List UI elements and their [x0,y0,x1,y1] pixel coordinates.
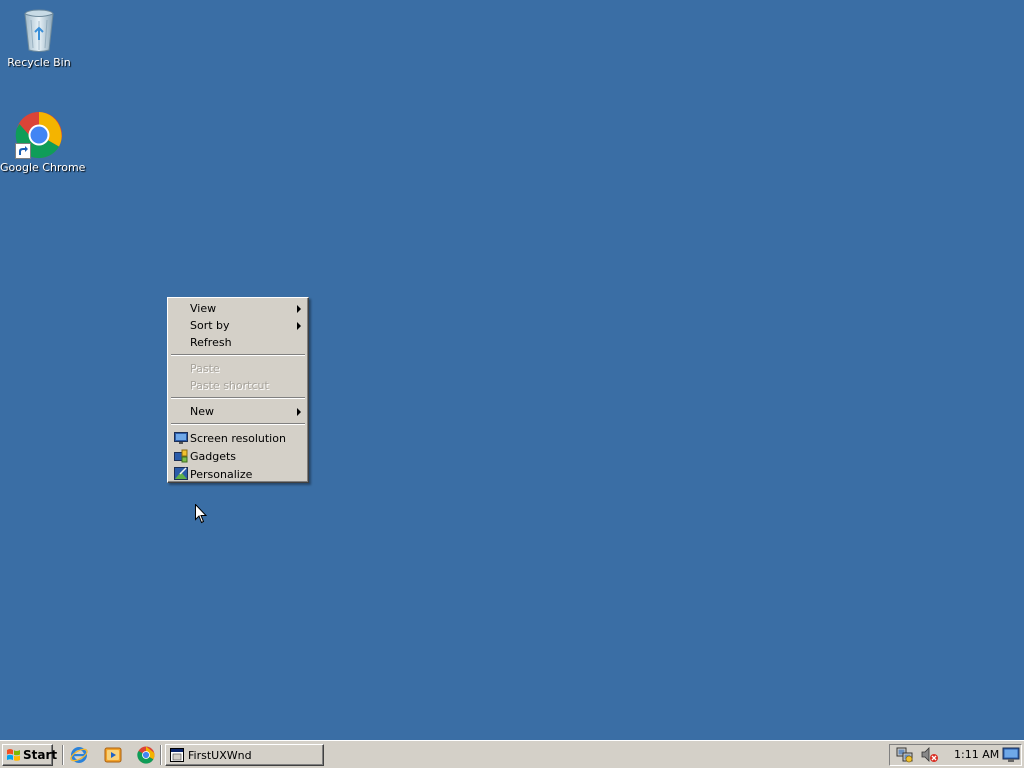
clock[interactable]: 1:11 AM [954,748,999,761]
gadgets-icon [174,449,188,463]
quick-launch-separator [62,745,64,765]
menu-item-new[interactable]: New [170,403,306,420]
desktop-context-menu: View Sort by Refresh Paste Paste shortcu… [167,297,309,483]
menu-item-view[interactable]: View [170,300,306,317]
personalize-icon [174,467,188,480]
taskbar: Start FirstUXWnd 1:11 AM [0,740,1024,768]
windows-flag-icon [7,749,20,761]
recycle-bin-shortcut[interactable]: Recycle Bin [0,6,78,69]
taskbar-button-label: FirstUXWnd [188,749,252,762]
google-chrome-label: Google Chrome [0,161,86,174]
window-app-icon [170,748,184,762]
internet-explorer-icon[interactable] [70,746,88,764]
desktop[interactable]: Recycle Bin Google Chrome View Sort by R… [0,0,1024,740]
taskbar-button-firstuxwnd[interactable]: FirstUXWnd [165,744,324,766]
quick-launch-separator [160,745,162,765]
submenu-arrow-icon [297,408,301,416]
recycle-bin-icon [15,6,63,54]
media-player-icon[interactable] [104,746,122,764]
submenu-arrow-icon [297,305,301,313]
submenu-arrow-icon [297,322,301,330]
menu-item-personalize[interactable]: Personalize [170,466,306,483]
shortcut-arrow-icon [15,143,31,159]
network-icon[interactable] [896,747,914,763]
start-label: Start [23,748,58,762]
menu-item-refresh[interactable]: Refresh [170,334,306,351]
chrome-icon[interactable] [137,746,155,764]
display-icon[interactable] [1002,747,1020,763]
system-tray: 1:11 AM [889,744,1022,766]
volume-muted-icon[interactable] [921,747,939,763]
menu-separator [171,354,305,356]
recycle-bin-label: Recycle Bin [7,56,71,69]
screen-resolution-icon [174,432,188,444]
chrome-icon [15,111,63,159]
menu-item-sort-by[interactable]: Sort by [170,317,306,334]
start-button[interactable]: Start [2,744,57,766]
google-chrome-shortcut[interactable]: Google Chrome [0,111,86,174]
menu-item-paste-shortcut: Paste shortcut [190,379,269,392]
menu-item-paste: Paste [190,362,220,375]
mouse-pointer-icon [195,504,207,524]
menu-item-screen-resolution[interactable]: Screen resolution [170,430,306,447]
menu-separator [171,397,305,399]
menu-separator [171,423,305,425]
menu-item-gadgets[interactable]: Gadgets [170,448,306,465]
